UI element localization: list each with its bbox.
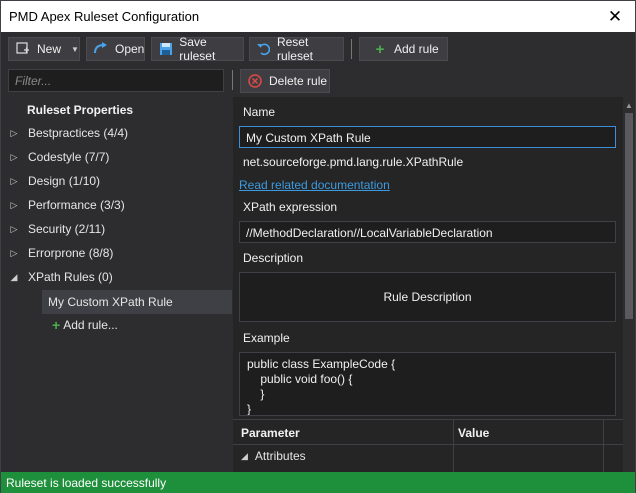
column-header-parameter[interactable]: Parameter [241,426,300,440]
reset-ruleset-label: Reset ruleset [276,35,313,63]
tree-item-label: Security (2/11) [28,222,106,236]
tree-item-label: Design (1/10) [28,174,101,188]
save-ruleset-label: Save ruleset [179,35,216,63]
reset-ruleset-button[interactable]: Reset ruleset [249,35,344,63]
new-ruleset-icon [15,41,31,57]
tree-item-performance[interactable]: ▷ Performance (3/3) [1,193,232,217]
toolbar: New ▼ Open Save ruleset Reset ruleset + … [1,35,635,63]
plus-icon: + [52,317,61,333]
description-text: Rule Description [383,290,472,304]
chevron-down-icon[interactable]: ▼ [71,45,79,54]
add-rule-button[interactable]: + Add rule [359,37,448,61]
new-button-label: New [37,42,62,56]
description-input[interactable]: Rule Description [239,272,616,322]
example-label: Example [243,331,290,345]
example-code-input[interactable]: public class ExampleCode { public void f… [239,352,616,416]
tree-item-security[interactable]: ▷ Security (2/11) [1,217,232,241]
grid-row-attributes[interactable]: ◢ Attributes [241,449,306,463]
tree-item-codestyle[interactable]: ▷ Codestyle (7/7) [1,145,232,169]
filter-input[interactable]: Filter... [8,69,224,92]
expand-arrow-icon[interactable]: ▷ [9,224,19,235]
xpath-input[interactable]: //MethodDeclaration//LocalVariableDeclar… [239,221,616,243]
code-line: public void foo() { [247,372,353,386]
plus-icon: + [375,40,385,58]
tree-item-label: Codestyle (7/7) [28,150,110,164]
name-input[interactable]: My Custom XPath Rule [239,126,616,148]
add-rule-label: Add rule [394,42,439,56]
documentation-link[interactable]: Read related documentation [239,178,390,192]
code-line: } [247,402,252,416]
close-icon[interactable]: ✕ [595,1,635,32]
app-window: PMD Apex Ruleset Configuration ✕ New ▼ O… [0,0,636,493]
filter-row: Filter... Delete rule [1,69,635,93]
open-arrow-icon [93,41,109,57]
open-button-label: Open [115,42,145,56]
tree-item-errorprone[interactable]: ▷ Errorprone (8/8) [1,241,232,265]
ruleset-tree: Ruleset Properties ▷ Bestpractices (4/4)… [1,97,232,472]
expand-arrow-icon[interactable]: ▷ [9,248,19,259]
grid-row-label: Attributes [254,449,306,463]
delete-rule-button[interactable]: Delete rule [240,69,330,93]
tree-add-rule-link[interactable]: + Add rule... [52,317,118,333]
tree-item-label: Errorprone (8/8) [28,246,114,260]
tree-item-label: Performance (3/3) [28,198,125,212]
toolbar-divider [351,39,352,59]
save-ruleset-button[interactable]: Save ruleset [151,35,244,63]
parameter-grid: Parameter Value ◢ Attributes [233,419,623,472]
tree-header: Ruleset Properties [27,103,134,117]
expand-arrow-icon[interactable]: ▷ [9,152,19,163]
open-button[interactable]: Open [86,37,145,61]
grid-header: Parameter Value [233,419,623,445]
column-divider [603,419,604,472]
tree-item-label: XPath Rules (0) [28,270,113,284]
xpath-label: XPath expression [243,200,338,214]
rule-class-text: net.sourceforge.pmd.lang.rule.XPathRule [243,155,464,169]
undo-icon [256,41,271,57]
code-line: public class ExampleCode { [247,357,396,371]
tree-item-bestpractices[interactable]: ▷ Bestpractices (4/4) [1,121,232,145]
code-line: } [247,387,265,401]
status-bar: Ruleset is loaded successfully [1,472,635,493]
rule-detail-panel: Name My Custom XPath Rule net.sourceforg… [233,97,623,472]
tree-item-xpath-rules[interactable]: ◢ XPath Rules (0) [1,265,232,289]
scroll-up-icon[interactable]: ▲ [625,101,633,110]
collapse-arrow-icon[interactable]: ◢ [9,272,19,283]
tree-add-rule-label: Add rule... [63,318,118,332]
title-bar: PMD Apex Ruleset Configuration ✕ [1,1,635,32]
scrollbar-thumb[interactable] [625,113,633,319]
new-button[interactable]: New ▼ [8,37,80,61]
tree-item-design[interactable]: ▷ Design (1/10) [1,169,232,193]
window-title: PMD Apex Ruleset Configuration [9,9,200,24]
expand-arrow-icon[interactable]: ▷ [9,128,19,139]
tree-item-my-custom-xpath-rule[interactable]: My Custom XPath Rule [42,290,232,314]
save-disk-icon [158,41,173,57]
collapse-arrow-icon[interactable]: ◢ [241,451,248,462]
detail-scrollbar[interactable]: ▲ [623,97,635,472]
filter-divider [232,70,233,90]
tree-item-label: Bestpractices (4/4) [28,126,129,140]
column-header-value[interactable]: Value [458,426,489,440]
status-text: Ruleset is loaded successfully [6,476,167,490]
description-label: Description [243,251,304,265]
delete-rule-label: Delete rule [269,74,328,88]
delete-icon [247,73,263,89]
expand-arrow-icon[interactable]: ▷ [9,176,19,187]
expand-arrow-icon[interactable]: ▷ [9,200,19,211]
name-label: Name [243,105,276,119]
tree-item-label: My Custom XPath Rule [48,295,173,309]
column-divider [453,419,454,472]
